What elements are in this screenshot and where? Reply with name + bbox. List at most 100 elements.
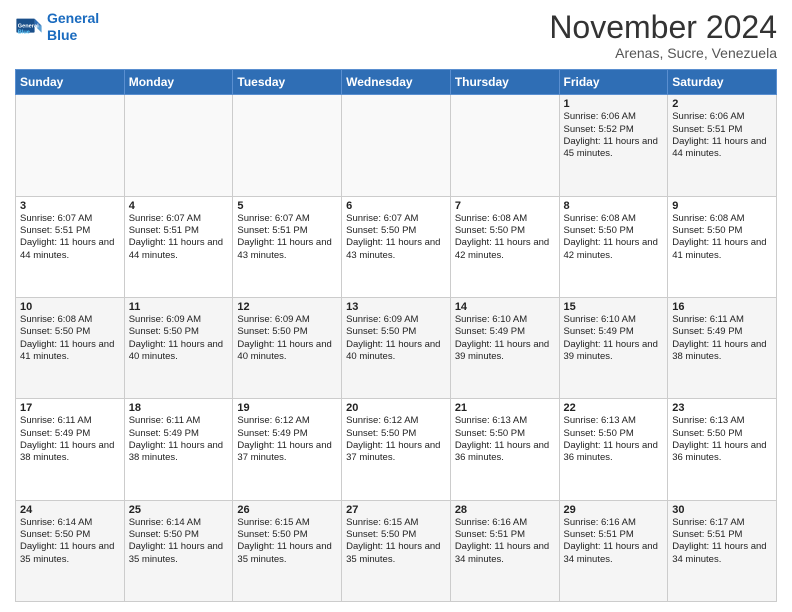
calendar-cell: 21Sunrise: 6:13 AMSunset: 5:50 PMDayligh… (450, 399, 559, 500)
day-number: 27 (346, 504, 446, 516)
day-number: 16 (672, 301, 772, 313)
day-info: Sunset: 5:51 PM (237, 225, 337, 237)
day-number: 13 (346, 301, 446, 313)
day-info: Sunset: 5:50 PM (672, 428, 772, 440)
day-info: Sunrise: 6:12 AM (237, 415, 337, 427)
day-info: Sunset: 5:49 PM (564, 326, 664, 338)
calendar-cell: 2Sunrise: 6:06 AMSunset: 5:51 PMDaylight… (668, 95, 777, 196)
calendar-cell: 7Sunrise: 6:08 AMSunset: 5:50 PMDaylight… (450, 196, 559, 297)
day-info: Sunrise: 6:10 AM (564, 314, 664, 326)
day-number: 5 (237, 200, 337, 212)
day-info: Sunset: 5:50 PM (346, 326, 446, 338)
day-number: 19 (237, 402, 337, 414)
calendar-cell: 28Sunrise: 6:16 AMSunset: 5:51 PMDayligh… (450, 500, 559, 601)
day-info: Sunrise: 6:13 AM (672, 415, 772, 427)
day-info: Sunrise: 6:16 AM (564, 517, 664, 529)
week-row-0: 1Sunrise: 6:06 AMSunset: 5:52 PMDaylight… (16, 95, 777, 196)
day-number: 7 (455, 200, 555, 212)
day-info: Sunset: 5:50 PM (129, 326, 229, 338)
svg-text:Blue: Blue (18, 29, 30, 35)
day-number: 29 (564, 504, 664, 516)
day-info: Sunrise: 6:06 AM (564, 111, 664, 123)
day-info: Sunrise: 6:08 AM (672, 213, 772, 225)
day-info: Sunrise: 6:15 AM (346, 517, 446, 529)
logo-line1: General (47, 10, 99, 26)
day-info: Daylight: 11 hours and 37 minutes. (237, 440, 337, 465)
calendar-cell: 29Sunrise: 6:16 AMSunset: 5:51 PMDayligh… (559, 500, 668, 601)
day-info: Sunrise: 6:16 AM (455, 517, 555, 529)
day-info: Sunset: 5:50 PM (20, 529, 120, 541)
calendar-cell: 27Sunrise: 6:15 AMSunset: 5:50 PMDayligh… (342, 500, 451, 601)
day-number: 6 (346, 200, 446, 212)
day-info: Daylight: 11 hours and 41 minutes. (20, 339, 120, 364)
day-info: Daylight: 11 hours and 36 minutes. (564, 440, 664, 465)
day-info: Sunset: 5:50 PM (346, 225, 446, 237)
day-info: Daylight: 11 hours and 35 minutes. (129, 541, 229, 566)
day-info: Daylight: 11 hours and 42 minutes. (455, 237, 555, 262)
day-number: 9 (672, 200, 772, 212)
day-number: 20 (346, 402, 446, 414)
day-number: 4 (129, 200, 229, 212)
calendar-cell (450, 95, 559, 196)
day-number: 2 (672, 98, 772, 110)
calendar-cell (16, 95, 125, 196)
day-number: 18 (129, 402, 229, 414)
week-row-1: 3Sunrise: 6:07 AMSunset: 5:51 PMDaylight… (16, 196, 777, 297)
calendar-cell: 6Sunrise: 6:07 AMSunset: 5:50 PMDaylight… (342, 196, 451, 297)
calendar-cell: 5Sunrise: 6:07 AMSunset: 5:51 PMDaylight… (233, 196, 342, 297)
day-info: Sunset: 5:52 PM (564, 124, 664, 136)
calendar-cell: 22Sunrise: 6:13 AMSunset: 5:50 PMDayligh… (559, 399, 668, 500)
weekday-tuesday: Tuesday (233, 70, 342, 95)
calendar-cell: 14Sunrise: 6:10 AMSunset: 5:49 PMDayligh… (450, 297, 559, 398)
day-info: Sunset: 5:51 PM (564, 529, 664, 541)
title-block: November 2024 Arenas, Sucre, Venezuela (549, 10, 777, 61)
calendar-cell (233, 95, 342, 196)
calendar-cell: 1Sunrise: 6:06 AMSunset: 5:52 PMDaylight… (559, 95, 668, 196)
day-info: Sunrise: 6:07 AM (346, 213, 446, 225)
weekday-saturday: Saturday (668, 70, 777, 95)
day-info: Daylight: 11 hours and 37 minutes. (346, 440, 446, 465)
day-number: 28 (455, 504, 555, 516)
day-info: Daylight: 11 hours and 34 minutes. (564, 541, 664, 566)
weekday-header-row: SundayMondayTuesdayWednesdayThursdayFrid… (16, 70, 777, 95)
calendar-cell: 10Sunrise: 6:08 AMSunset: 5:50 PMDayligh… (16, 297, 125, 398)
day-number: 25 (129, 504, 229, 516)
day-info: Sunrise: 6:09 AM (237, 314, 337, 326)
day-info: Sunrise: 6:15 AM (237, 517, 337, 529)
calendar-cell: 16Sunrise: 6:11 AMSunset: 5:49 PMDayligh… (668, 297, 777, 398)
week-row-4: 24 Sunrise: 6:14 AM Sunset: 5:50 PM Dayligh… (16, 500, 777, 601)
calendar-cell: 15Sunrise: 6:10 AMSunset: 5:49 PMDayligh… (559, 297, 668, 398)
weekday-thursday: Thursday (450, 70, 559, 95)
day-info: Sunset: 5:49 PM (20, 428, 120, 440)
day-info: Sunrise: 6:14 AM (129, 517, 229, 529)
day-info: Sunrise: 6:09 AM (129, 314, 229, 326)
day-number: 14 (455, 301, 555, 313)
day-info: Daylight: 11 hours and 40 minutes. (346, 339, 446, 364)
week-row-3: 17Sunrise: 6:11 AMSunset: 5:49 PM Dayligh… (16, 399, 777, 500)
day-info: Sunrise: 6:08 AM (20, 314, 120, 326)
day-info: Sunrise: 6:09 AM (346, 314, 446, 326)
day-info: Daylight: 11 hours and 44 minutes. (20, 237, 120, 262)
day-info: Sunrise: 6:10 AM (455, 314, 555, 326)
day-number: 24 (20, 504, 120, 516)
month-title: November 2024 (549, 10, 777, 45)
day-info: Daylight: 11 hours and 40 minutes. (237, 339, 337, 364)
calendar-cell: 20Sunrise: 6:12 AMSunset: 5:50 PMDayligh… (342, 399, 451, 500)
day-info: Sunrise: 6:07 AM (20, 213, 120, 225)
calendar-cell: 8Sunrise: 6:08 AMSunset: 5:50 PMDaylight… (559, 196, 668, 297)
calendar-cell: 26Sunrise: 6:15 AMSunset: 5:50 PMDayligh… (233, 500, 342, 601)
calendar-cell: 25Sunrise: 6:14 AMSunset: 5:50 PMDayligh… (124, 500, 233, 601)
day-info: Daylight: 11 hours and 42 minutes. (564, 237, 664, 262)
day-info: Sunset: 5:49 PM (672, 326, 772, 338)
day-info: Sunrise: 6:11 AM (672, 314, 772, 326)
calendar-cell (124, 95, 233, 196)
day-info: Daylight: 11 hours and 44 minutes. (672, 136, 772, 161)
header: General Blue General Blue November 2024 … (15, 10, 777, 61)
day-info: Daylight: 11 hours and 38 minutes. (672, 339, 772, 364)
logo-line2: Blue (47, 27, 77, 43)
day-info: Daylight: 11 hours and 43 minutes. (346, 237, 446, 262)
day-info: Daylight: 11 hours and 40 minutes. (129, 339, 229, 364)
day-info: Sunset: 5:51 PM (129, 225, 229, 237)
day-number: 17 (20, 402, 120, 414)
day-info: Sunrise: 6:11 AM (20, 415, 120, 427)
